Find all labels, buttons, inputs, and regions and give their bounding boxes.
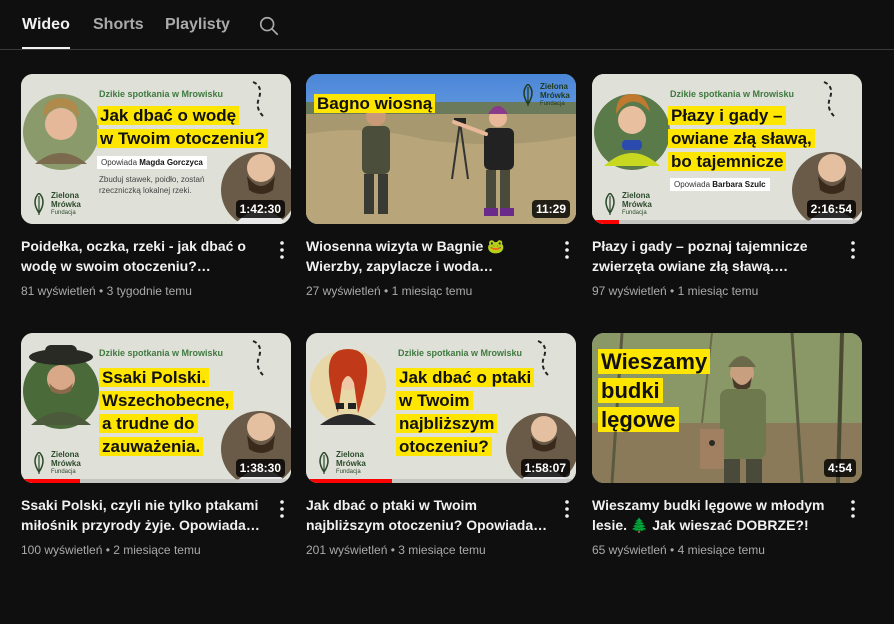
series-label: Dzikie spotkania w Mrowisku: [670, 89, 795, 99]
tab-wideo[interactable]: Wideo: [22, 16, 70, 49]
thumbnail-headline: Jak dbać o wodę w Twoim otoczeniu?: [97, 104, 287, 150]
fundacja-logo: Zielona Mrówka Fundacja: [520, 82, 576, 112]
fundacja-logo: Zielona Mrówka Fundacja: [602, 191, 672, 221]
tab-playlisty[interactable]: Playlisty: [165, 16, 230, 34]
leaf-logo-icon: [34, 452, 44, 474]
fundacja-logo: Zielona Mrówka Fundacja: [31, 191, 101, 221]
video-thumbnail-6[interactable]: Wieszamy budki lęgowe 4:54: [592, 333, 862, 483]
video-title[interactable]: Wieszamy budki lęgowe w młodym lesie. 🌲 …: [592, 495, 836, 535]
series-label: Dzikie spotkania w Mrowisku: [99, 89, 224, 99]
video-meta: 201 wyświetleń • 3 miesiące temu: [306, 543, 486, 557]
video-thumbnail-2[interactable]: Bagno wiosną Zielona Mrówka Fundacja 11:2…: [306, 74, 576, 224]
thumbnail-headline: Wieszamy budki lęgowe: [598, 347, 728, 434]
view-count: 27 wyświetleń: [306, 284, 381, 298]
leaf-logo-icon: [319, 452, 329, 474]
watch-progress-bar: [21, 479, 291, 483]
view-count: 201 wyświetleń: [306, 543, 388, 557]
more-vert-icon[interactable]: [275, 240, 289, 260]
video-thumbnail-1[interactable]: Dzikie spotkania w Mrowisku Jak dbać o w…: [21, 74, 291, 224]
video-title[interactable]: Wiosenna wizyta w Bagnie 🐸 Wierzby, zapy…: [306, 236, 550, 276]
video-duration: 1:38:30: [235, 459, 285, 477]
fundacja-logo: Zielona Mrówka Fundacja: [31, 450, 101, 480]
video-title[interactable]: Płazy i gady – poznaj tajemnicze zwierzę…: [592, 236, 836, 276]
series-label: Dzikie spotkania w Mrowisku: [398, 348, 523, 358]
thumbnail-headline: Bagno wiosną: [314, 92, 474, 115]
more-vert-icon[interactable]: [560, 240, 574, 260]
upload-age: 1 miesiąc temu: [391, 284, 473, 298]
upload-age: 3 tygodnie temu: [106, 284, 192, 298]
video-duration: 4:54: [823, 459, 856, 477]
video-meta: 65 wyświetleń • 4 miesiące temu: [592, 543, 765, 557]
thumbnail-headline: Ssaki Polski. Wszechobecne, a trudne do zau…: [99, 366, 239, 458]
video-thumbnail-4[interactable]: Dzikie spotkania w Mrowisku Ssaki Polski…: [21, 333, 291, 483]
more-vert-icon[interactable]: [846, 499, 860, 519]
view-count: 65 wyświetleń: [592, 543, 667, 557]
thumbnail-headline: Jak dbać o ptaki w Twoim najbliższym otocze…: [396, 366, 546, 458]
narrator-tag: Opowiada Magda Gorczyca: [97, 156, 207, 169]
video-title[interactable]: Jak dbać o ptaki w Twoim najbliższym oto…: [306, 495, 550, 535]
video-thumbnail-5[interactable]: Dzikie spotkania w Mrowisku Jak dbać o p…: [306, 333, 576, 483]
video-meta: 27 wyświetleń • 1 miesiąc temu: [306, 284, 473, 298]
narrator-tag: Opowiada Barbara Szulc: [670, 178, 770, 191]
thumbnail-headline: Płazy i gady – owiane złą sławą, bo tajemn…: [668, 104, 862, 173]
tab-shorts[interactable]: Shorts: [93, 16, 144, 34]
watch-progress-bar: [592, 220, 862, 224]
more-vert-icon[interactable]: [846, 240, 860, 260]
view-count: 100 wyświetleń: [21, 543, 103, 557]
view-count: 97 wyświetleń: [592, 284, 667, 298]
watch-progress-bar: [306, 479, 576, 483]
search-icon[interactable]: [258, 15, 280, 37]
upload-age: 2 miesiące temu: [113, 543, 201, 557]
upload-age: 3 miesiące temu: [398, 543, 486, 557]
upload-age: 4 miesiące temu: [677, 543, 765, 557]
fundacja-logo: Zielona Mrówka Fundacja: [316, 450, 386, 480]
video-meta: 100 wyświetleń • 2 miesiące temu: [21, 543, 201, 557]
video-duration: 11:29: [531, 200, 570, 218]
video-duration: 2:16:54: [806, 200, 856, 218]
video-meta: 97 wyświetleń • 1 miesiąc temu: [592, 284, 759, 298]
leaf-logo-icon: [605, 193, 615, 215]
video-thumbnail-3[interactable]: Dzikie spotkania w Mrowisku Płazy i gady…: [592, 74, 862, 224]
video-title[interactable]: Ssaki Polski, czyli nie tylko ptakami mi…: [21, 495, 265, 535]
thumbnail-caption: Zbuduj stawek, poidło, zostań rzeczniczk…: [99, 175, 205, 195]
leaf-logo-icon: [34, 193, 44, 215]
series-label: Dzikie spotkania w Mrowisku: [99, 348, 224, 358]
video-duration: 1:42:30: [235, 200, 285, 218]
video-duration: 1:58:07: [520, 459, 570, 477]
video-meta: 81 wyświetleń • 3 tygodnie temu: [21, 284, 192, 298]
video-title[interactable]: Poidełka, oczka, rzeki - jak dbać o wodę…: [21, 236, 265, 276]
channel-tabs: Wideo Shorts Playlisty: [0, 0, 894, 50]
more-vert-icon[interactable]: [560, 499, 574, 519]
leaf-logo-icon: [523, 84, 533, 106]
upload-age: 1 miesiąc temu: [677, 284, 759, 298]
more-vert-icon[interactable]: [275, 499, 289, 519]
view-count: 81 wyświetleń: [21, 284, 96, 298]
